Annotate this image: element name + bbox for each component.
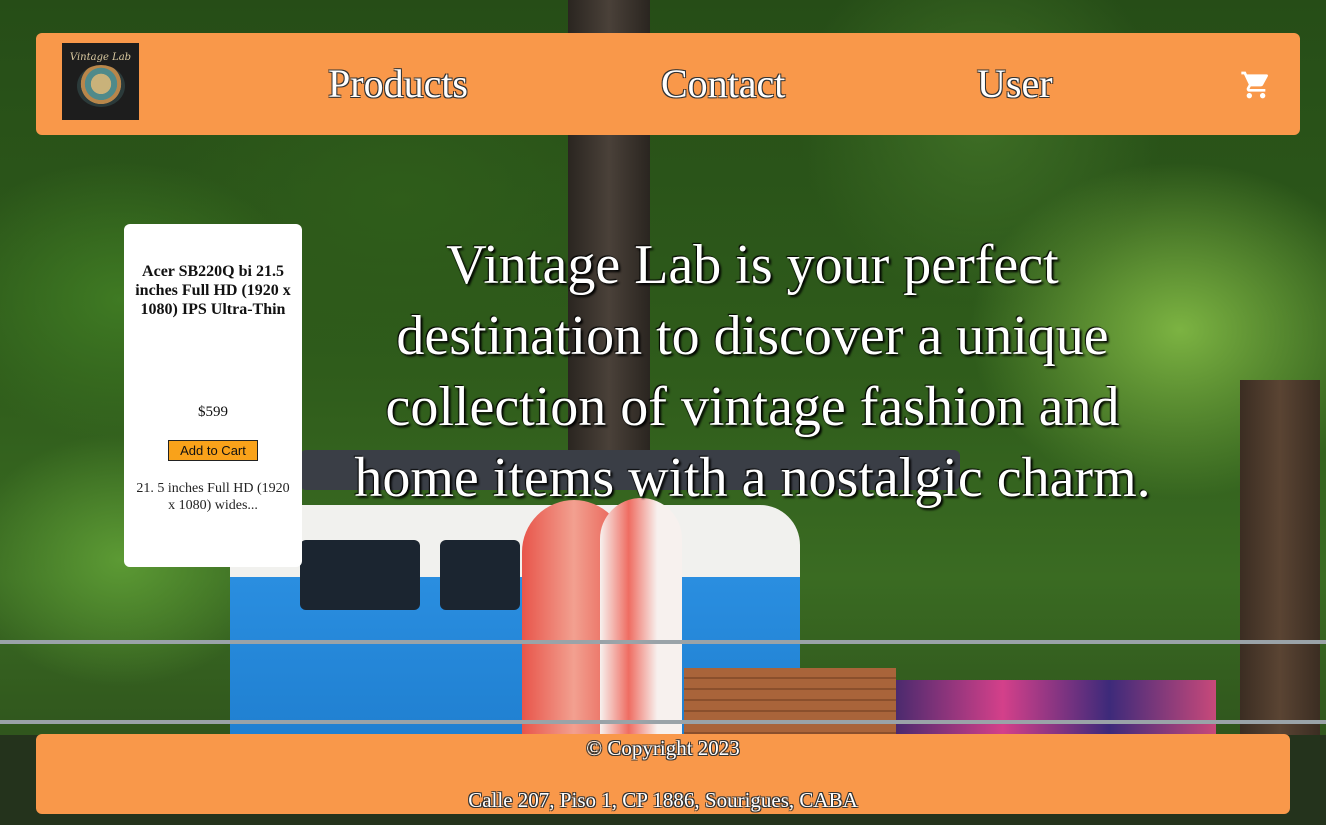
- add-to-cart-button[interactable]: Add to Cart: [168, 440, 258, 461]
- product-title: Acer SB220Q bi 21.5 inches Full HD (1920…: [135, 263, 291, 318]
- product-price: $599: [198, 404, 228, 420]
- nav-user[interactable]: User: [977, 60, 1053, 108]
- logo-text: Vintage Lab: [69, 52, 132, 63]
- hero-text: Vintage Lab is your perfect destination …: [354, 234, 1151, 509]
- footer: © Copyright 2023 Calle 207, Piso 1, CP 1…: [36, 734, 1290, 814]
- product-card: Acer SB220Q bi 21.5 inches Full HD (1920…: [124, 224, 302, 567]
- nav-contact[interactable]: Contact: [661, 60, 785, 108]
- nav-products[interactable]: Products: [328, 60, 468, 108]
- logo[interactable]: Vintage Lab: [62, 43, 139, 120]
- footer-address: Calle 207, Piso 1, CP 1886, Sourigues, C…: [468, 788, 858, 812]
- footer-copyright: © Copyright 2023: [586, 736, 740, 760]
- top-navbar: Vintage Lab Products Contact User: [36, 33, 1300, 135]
- shopping-cart-icon[interactable]: [1240, 69, 1272, 101]
- product-description: 21. 5 inches Full HD (1920 x 1080) wides…: [136, 481, 290, 513]
- logo-emblem-icon: [76, 65, 125, 107]
